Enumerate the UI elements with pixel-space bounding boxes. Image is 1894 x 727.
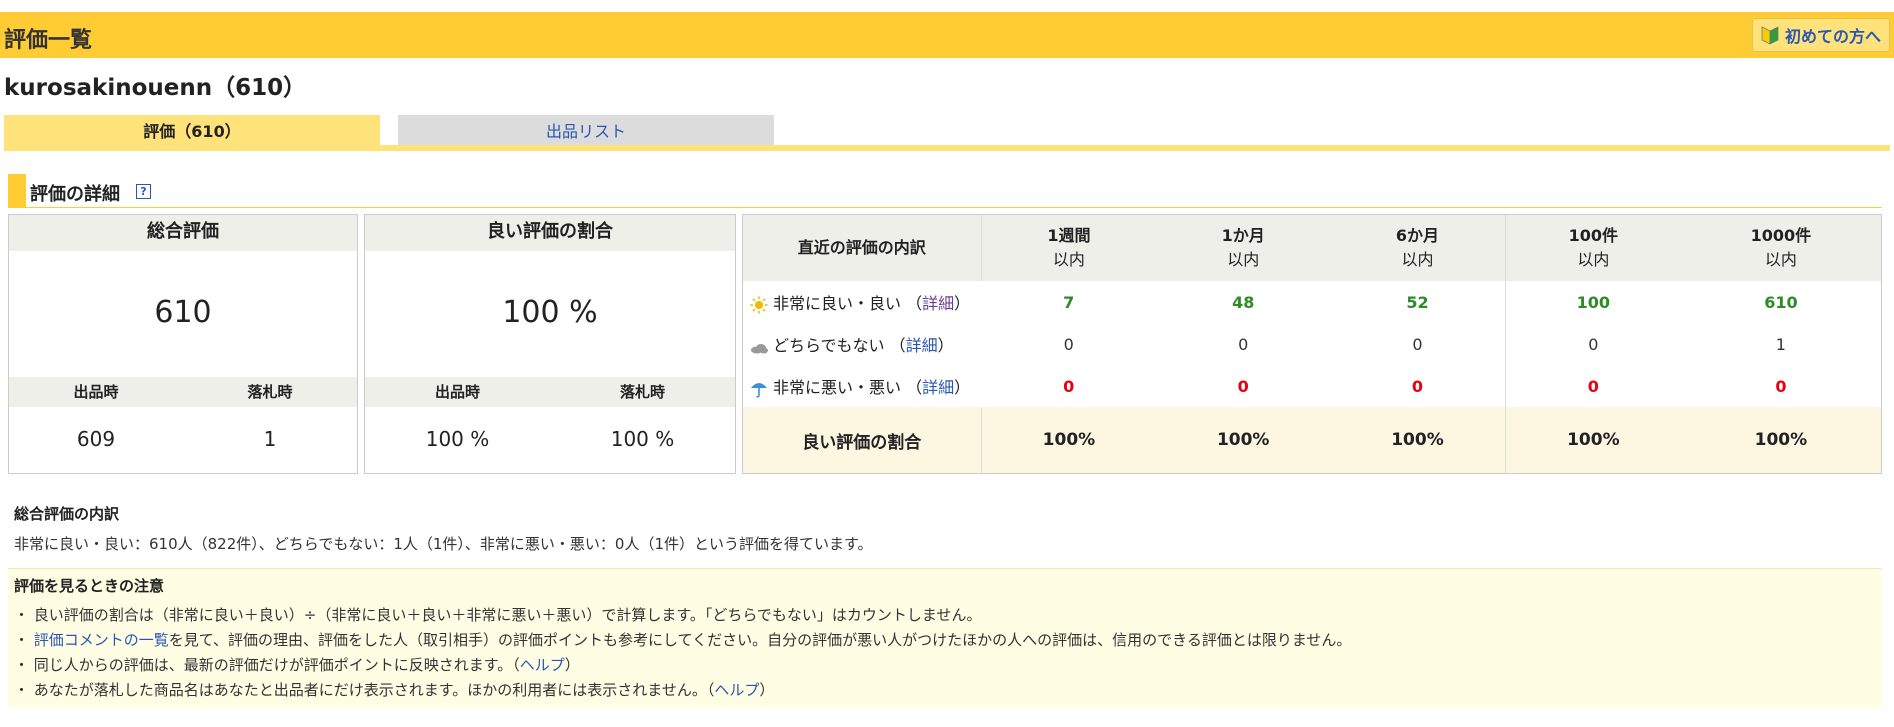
buyer-value: 1 <box>263 427 277 451</box>
good-100: 100 <box>1504 281 1681 323</box>
overall-rating-box: 総合評価 610 出品時 落札時 609 1 <box>8 214 358 474</box>
breakdown-title: 総合評価の内訳 <box>14 505 120 523</box>
good-ratio-sub-values: 100 % 100 % <box>365 407 735 473</box>
umbrella-icon <box>749 380 769 398</box>
ratio-1week: 100% <box>981 407 1157 473</box>
row-good: 非常に良い・良い （詳細） 7 48 52 100 610 <box>743 281 1881 323</box>
col-1000: 1000件 以内 <box>1680 215 1881 281</box>
good-ratio-value: 100 % <box>502 295 598 330</box>
overall-title: 総合評価 <box>9 215 357 251</box>
overall-value: 610 <box>154 295 212 330</box>
user-title: kurosakinouenn（610） <box>4 75 307 101</box>
good-ratio-sub-labels: 出品時 落札時 <box>365 377 735 407</box>
detail-link-bad[interactable]: 詳細 <box>922 378 954 397</box>
col-6months: 6か月 以内 <box>1330 215 1506 281</box>
bad-100: 0 <box>1504 365 1681 407</box>
neutral-1month: 0 <box>1238 334 1249 354</box>
buyer-label: 落札時 <box>247 383 293 401</box>
recent-ratings-table: 直近の評価の内訳 1週間 以内 1か月 以内 6か月 以内 100件 以内 1000件以… <box>742 214 1882 474</box>
help-link-2[interactable]: ヘルプ <box>714 681 759 699</box>
notice-item-4: ・ あなたが落札した商品名はあなたと出品者にだけ表示されます。ほかの利用者には表… <box>14 681 775 699</box>
help-link-1[interactable]: ヘルプ <box>520 656 565 674</box>
seller-ratio-value: 100 % <box>425 427 490 451</box>
detail-link-neutral[interactable]: 詳細 <box>906 336 938 355</box>
tab-underline <box>4 145 1890 151</box>
row-bad-label: 非常に悪い・悪い （詳細） <box>743 365 981 407</box>
tab-listings[interactable]: 出品リスト <box>398 115 774 145</box>
seller-label: 出品時 <box>73 383 119 401</box>
ratio-label: 良い評価の割合 <box>743 407 982 473</box>
col-1month: 1か月 以内 <box>1156 215 1331 281</box>
overall-sub-values: 609 1 <box>9 407 357 473</box>
overall-sub-labels: 出品時 落札時 <box>9 377 357 407</box>
bad-1month: 0 <box>1237 376 1249 396</box>
recent-header-row: 直近の評価の内訳 1週間 以内 1か月 以内 6か月 以内 100件 以内 1000件以… <box>743 215 1881 281</box>
neutral-100: 0 <box>1504 323 1681 365</box>
ratio-100: 100% <box>1504 407 1681 473</box>
tab-ratings[interactable]: 評価（610） <box>4 115 380 145</box>
sun-icon <box>749 296 769 314</box>
bad-1week: 0 <box>1063 376 1075 396</box>
notice-item-3: ・ 同じ人からの評価は、最新の評価だけが評価ポイントに反映されます。（ヘルプ） <box>14 656 580 674</box>
notice-item-2: ・ 評価コメントの一覧を見て、評価の理由、評価をした人（取引相手）の評価ポイント… <box>14 631 1352 649</box>
notice-box: 評価を見るときの注意 ・ 良い評価の割合は（非常に良い＋良い）÷（非常に良い＋良… <box>8 568 1882 708</box>
col-100: 100件 以内 <box>1504 215 1681 281</box>
buyer-label: 落札時 <box>619 383 665 401</box>
bad-1000: 0 <box>1775 376 1787 396</box>
seller-label: 出品時 <box>434 383 480 401</box>
neutral-1000: 1 <box>1775 334 1786 354</box>
good-ratio-title: 良い評価の割合 <box>365 215 735 251</box>
good-6months: 52 <box>1406 292 1429 312</box>
row-bad: 非常に悪い・悪い （詳細） 0 0 0 0 0 <box>743 365 1881 407</box>
good-1month: 48 <box>1232 292 1255 312</box>
buyer-ratio-value: 100 % <box>610 427 675 451</box>
notice-list: ・ 良い評価の割合は（非常に良い＋良い）÷（非常に良い＋良い＋非常に悪い＋悪い）… <box>14 603 1351 703</box>
ratio-1000: 100% <box>1680 407 1881 473</box>
ratio-6months: 100% <box>1330 407 1506 473</box>
ratio-row: 良い評価の割合 100% 100% 100% 100% 100% <box>743 407 1881 473</box>
breakdown-text: 非常に良い・良い：610人（822件）、どちらでもない：1人（1件）、非常に悪い… <box>14 535 873 553</box>
help-icon[interactable]: ? <box>136 184 151 199</box>
section-header: 評価の詳細 ? <box>8 174 1882 208</box>
comment-list-link[interactable]: 評価コメントの一覧 <box>34 631 169 649</box>
neutral-1week: 0 <box>1063 334 1074 354</box>
cloud-icon <box>749 338 769 356</box>
beginner-mark-icon <box>1761 25 1779 45</box>
ratio-1month: 100% <box>1156 407 1331 473</box>
detail-link-good[interactable]: 詳細 <box>922 294 954 313</box>
first-time-button[interactable]: 初めての方へ <box>1751 18 1890 52</box>
header-bar: 評価一覧 初めての方へ <box>0 12 1894 58</box>
neutral-6months: 0 <box>1412 334 1423 354</box>
notice-title: 評価を見るときの注意 <box>14 577 165 595</box>
row-good-label: 非常に良い・良い （詳細） <box>743 281 981 323</box>
row-neutral-label: どちらでもない （詳細） <box>743 323 981 365</box>
seller-value: 609 <box>76 427 116 451</box>
good-ratio-box: 良い評価の割合 100 % 出品時 落札時 100 % 100 % <box>364 214 736 474</box>
row-neutral: どちらでもない （詳細） 0 0 0 0 1 <box>743 323 1881 365</box>
notice-item-1: ・ 良い評価の割合は（非常に良い＋良い）÷（非常に良い＋良い＋非常に悪い＋悪い）… <box>14 606 982 624</box>
section-title: 評価の詳細 <box>30 184 120 205</box>
col-1week: 1週間 以内 <box>981 215 1157 281</box>
first-time-label: 初めての方へ <box>1784 27 1881 46</box>
page-title: 評価一覧 <box>4 28 93 53</box>
section-bar <box>8 174 26 208</box>
recent-title: 直近の評価の内訳 <box>743 215 982 281</box>
good-1000: 610 <box>1764 292 1798 312</box>
good-1week: 7 <box>1063 292 1075 312</box>
bad-6months: 0 <box>1411 376 1424 396</box>
